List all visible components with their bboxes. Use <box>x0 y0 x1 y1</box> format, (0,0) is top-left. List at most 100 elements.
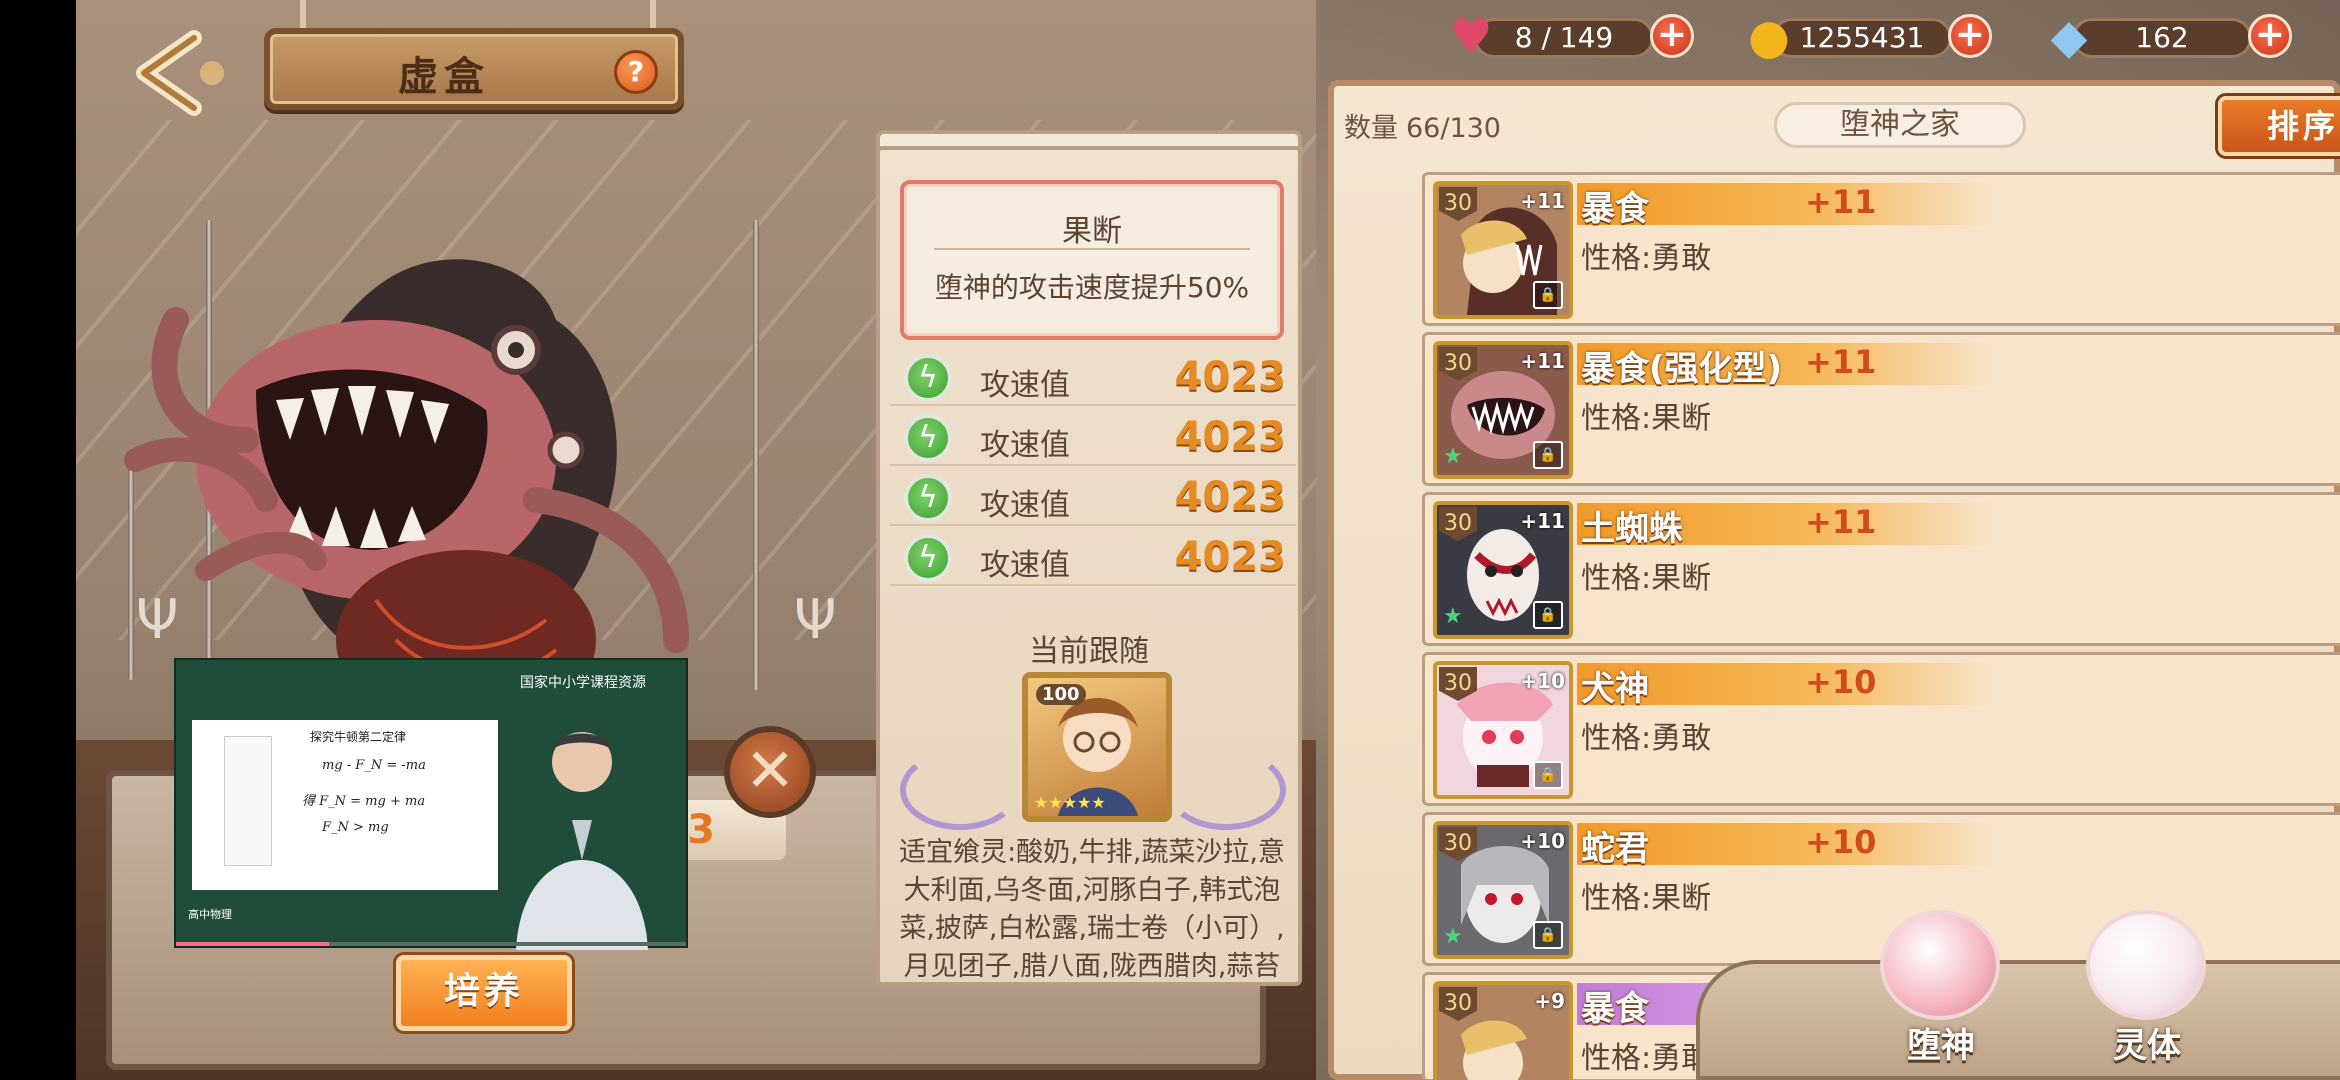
tab-spirit[interactable]: 灵体 <box>2062 900 2232 1080</box>
fallen-god-portrait: 30 +10 🔒 <box>1433 661 1573 799</box>
fallen-god-trait: 性格:勇敢 <box>1581 1041 1712 1076</box>
fallen-god-trait: 性格:勇敢 <box>1581 241 1712 276</box>
lock-icon[interactable]: 🔒 <box>1533 281 1563 309</box>
lock-icon[interactable]: 🔒 <box>1533 761 1563 789</box>
enhance-level: +10 <box>1520 829 1565 853</box>
help-button[interactable]: ? <box>614 50 658 94</box>
crystal-resource: 162 ◆ + <box>2042 9 2292 65</box>
spirit-tab-icon <box>2086 910 2206 1020</box>
fallen-god-card[interactable]: 30 +11 🔒 暴食 +11 性格:勇敢 <box>1422 172 2340 326</box>
enhance-level: +9 <box>1534 989 1565 1013</box>
back-arrow-icon[interactable] <box>124 28 234 118</box>
count-display: 数量 66/130 <box>1344 106 1501 145</box>
fallen-god-name: 蛇君 <box>1581 829 1649 869</box>
lock-icon[interactable]: 🔒 <box>1533 921 1563 949</box>
stat-label: 攻速值 <box>980 488 1070 523</box>
whiteboard-slide: 探究牛顿第二定律 mg - F_N = -ma 得 F_N = mg + ma … <box>192 720 498 890</box>
stat-value: 4023 <box>1174 534 1286 580</box>
wing-decoration <box>1166 750 1286 830</box>
add-gold-button[interactable]: + <box>1948 14 1992 58</box>
fallen-god-card[interactable]: 30 +10 🔒 犬神 +10 性格:勇敢 <box>1422 652 2340 806</box>
force-diagram <box>224 736 272 866</box>
equation-line: 得 F_N = mg + ma <box>302 794 426 809</box>
stat-row: ϟ 攻速值 4023 <box>890 350 1296 406</box>
fallen-god-bonus: +11 <box>1805 503 1877 541</box>
page-title: 虚盒 <box>398 54 490 100</box>
star-icon: ★ <box>1443 604 1463 629</box>
crystal-value: 162 <box>2072 18 2252 58</box>
stat-value: 4023 <box>1174 354 1286 400</box>
cultivate-button[interactable]: 培养 <box>396 955 572 1031</box>
star-icon: ★ <box>1443 924 1463 949</box>
stat-value: 4023 <box>1174 414 1286 460</box>
fallen-god-card[interactable]: 30 +11 ★ 🔒 暴食(强化型) +11 性格:果断 <box>1422 332 2340 486</box>
video-subject-tag: 高中物理 <box>188 908 232 921</box>
stat-row: ϟ 攻速值 4023 <box>890 410 1296 466</box>
current-follow-title: 当前跟随 <box>1029 634 1149 669</box>
video-overlay[interactable]: 国家中小学课程资源 探究牛顿第二定律 mg - F_N = -ma 得 F_N … <box>174 658 688 950</box>
wing-decoration <box>900 750 1020 830</box>
video-progress-fill <box>176 942 329 946</box>
stat-row: ϟ 攻速值 4023 <box>890 470 1296 526</box>
fallen-god-bonus: +11 <box>1805 183 1877 221</box>
cutlery-button[interactable]: ✕ <box>724 726 816 818</box>
video-progress-bar[interactable] <box>176 942 686 946</box>
fallen-god-portrait: 30 +11 ★ 🔒 <box>1433 341 1573 479</box>
fallen-god-name: 暴食 <box>1581 189 1649 229</box>
fork-decoration: Ψ <box>794 588 837 651</box>
count-value: 66/130 <box>1406 113 1501 144</box>
fallen-god-trait: 性格:果断 <box>1581 561 1712 596</box>
fallen-god-name: 犬神 <box>1581 669 1649 709</box>
stat-value: 4023 <box>1174 474 1286 520</box>
stamina-resource: 8 / 149 ♥ + <box>1444 9 1694 65</box>
heart-icon: ♥ <box>1449 9 1493 65</box>
divider <box>934 248 1250 250</box>
tab-fallen-god[interactable]: 堕神 <box>1856 900 2026 1080</box>
gold-value: 1255431 <box>1772 18 1952 58</box>
fallen-god-trait: 性格:勇敢 <box>1581 721 1712 756</box>
fallen-god-name: 暴食 <box>1581 989 1649 1029</box>
fallen-god-card[interactable]: 30 +11 ★ 🔒 土蜘蛛 +11 性格:果断 <box>1422 492 2340 646</box>
crystal-icon: ◆ <box>2050 9 2088 65</box>
fallen-god-trait: 性格:果断 <box>1581 401 1712 436</box>
lock-icon[interactable]: 🔒 <box>1533 441 1563 469</box>
coin-icon: ● <box>1748 9 1790 65</box>
tab-label: 灵体 <box>2113 1026 2181 1066</box>
stat-row: ϟ 攻速值 4023 <box>890 530 1296 586</box>
fallen-god-portrait: 30 +11 🔒 <box>1433 181 1573 319</box>
fallen-god-portrait: 30 +9 <box>1433 981 1573 1080</box>
slide-title: 探究牛顿第二定律 <box>310 730 407 744</box>
lock-icon[interactable]: 🔒 <box>1533 601 1563 629</box>
follow-level-badge: 100 <box>1036 684 1086 705</box>
fallen-god-portrait: 30 +11 ★ 🔒 <box>1433 501 1573 639</box>
following-character-portrait[interactable]: 100 ★★★★★ <box>1022 672 1172 822</box>
fallen-god-trait: 性格:果断 <box>1581 881 1712 916</box>
fallen-god-home-label: 堕神之家 <box>1774 102 2026 148</box>
tab-label: 堕神 <box>1907 1026 1975 1066</box>
add-stamina-button[interactable]: + <box>1650 14 1694 58</box>
game-screen: Ψ Ψ 3 ✕ 培养 虚盒 ? 8 / 149 ♥ + 1255431 ● + … <box>76 0 2340 1080</box>
fallen-god-portrait: 30 +10 ★ 🔒 <box>1433 821 1573 959</box>
trait-name: 果断 <box>1062 214 1122 249</box>
equation-line: F_N > mg <box>322 820 389 835</box>
fallen-god-bonus: +10 <box>1805 663 1877 701</box>
stat-label: 攻速值 <box>980 428 1070 463</box>
fallen-god-bonus: +11 <box>1805 343 1877 381</box>
star-rating-icon: ★★★★★ <box>1034 793 1106 812</box>
video-channel-title: 国家中小学课程资源 <box>520 675 646 691</box>
lightning-icon: ϟ <box>904 354 952 402</box>
lightning-icon: ϟ <box>904 534 952 582</box>
star-icon: ★ <box>1443 444 1463 469</box>
enhance-level: +11 <box>1520 349 1565 373</box>
presenter-figure <box>516 732 648 950</box>
fallen-god-name: 土蜘蛛 <box>1581 509 1683 549</box>
gold-resource: 1255431 ● + <box>1742 9 1992 65</box>
lightning-icon: ϟ <box>904 414 952 462</box>
trait-description: 堕神的攻击速度提升50% <box>934 271 1250 304</box>
add-crystal-button[interactable]: + <box>2248 14 2292 58</box>
sort-button[interactable]: 排序 <box>2218 96 2340 156</box>
equation-line: mg - F_N = -ma <box>322 758 426 773</box>
fallen-god-tab-icon <box>1880 910 2000 1020</box>
detail-panel: 果断 堕神的攻击速度提升50% ϟ 攻速值 4023 ϟ 攻速值 4023 ϟ … <box>876 146 1302 986</box>
trait-box: 果断 堕神的攻击速度提升50% <box>900 180 1284 340</box>
